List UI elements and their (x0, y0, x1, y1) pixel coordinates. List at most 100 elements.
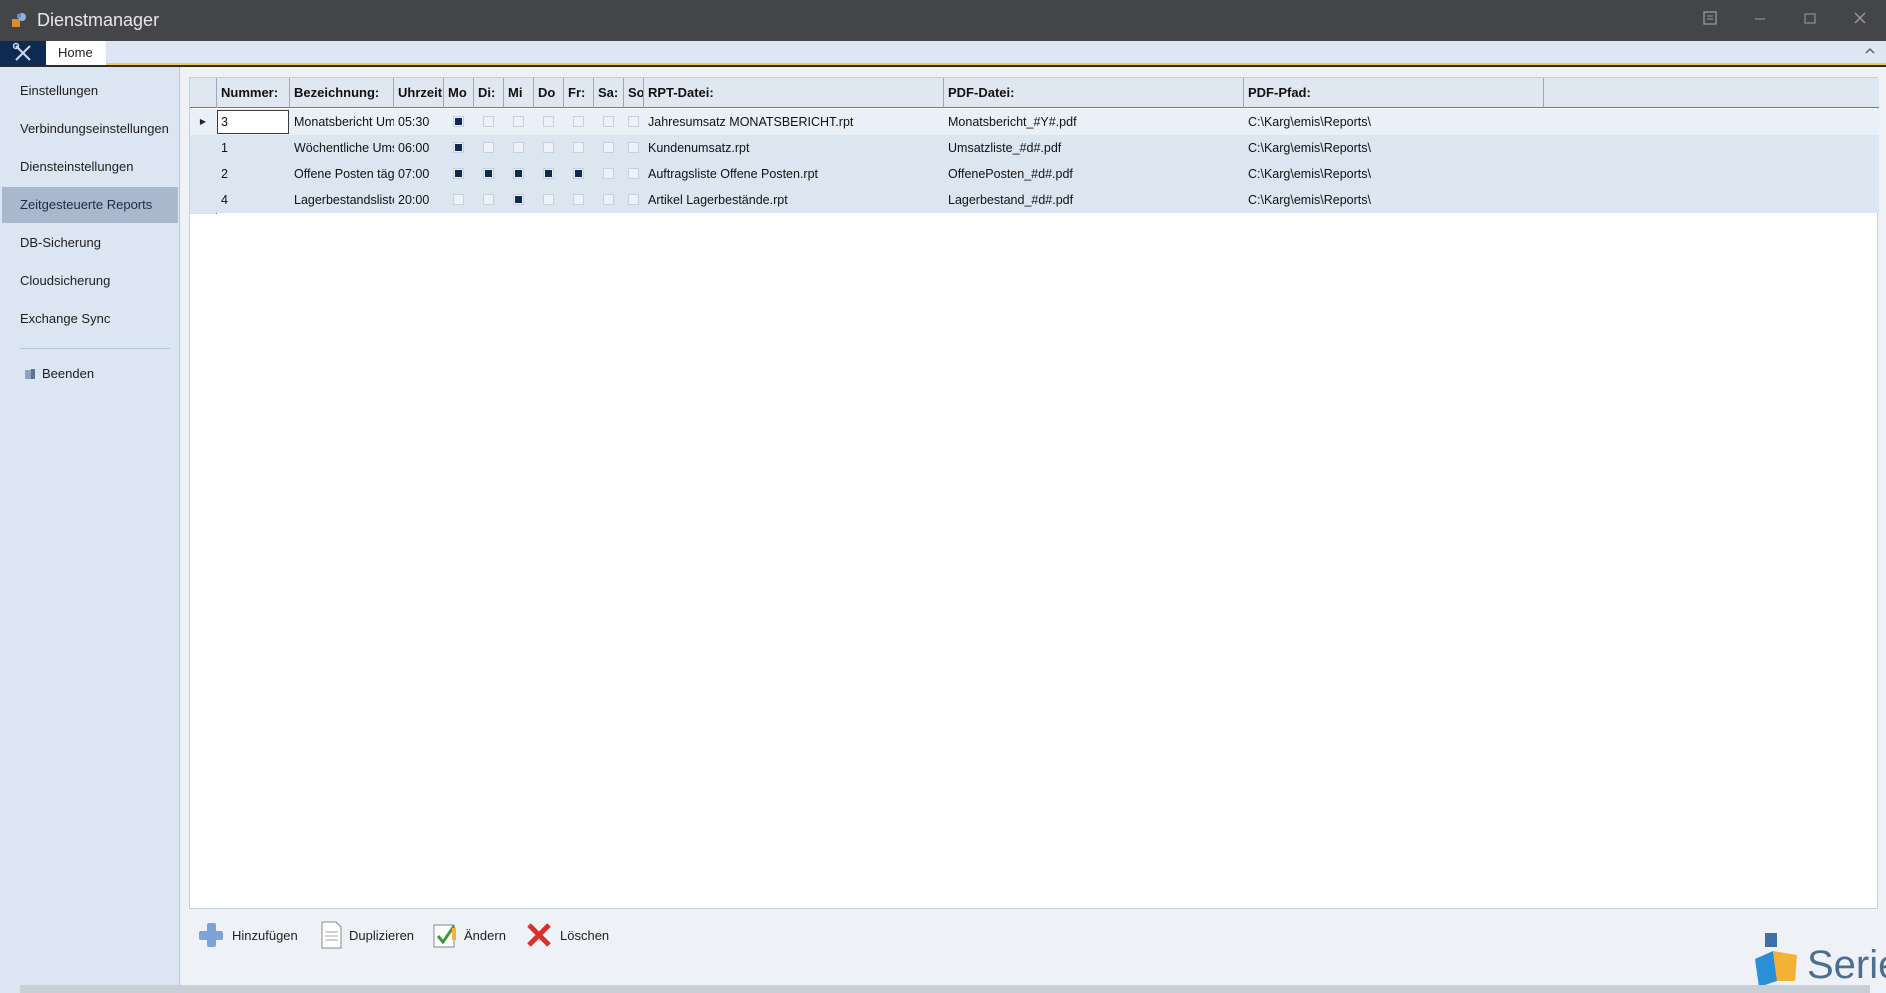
sidebar-item-beenden[interactable]: Beenden (2, 356, 178, 392)
weekday-checkbox-do[interactable] (543, 168, 554, 179)
table-row[interactable]: 2Offene Posten täglich07:00 Auftragsliste… (190, 161, 1879, 187)
weekday-checkbox-fr[interactable] (573, 116, 584, 127)
cell-uhrzeit[interactable]: 07:00 (394, 161, 444, 187)
sidebar-item-exchange-sync[interactable]: Exchange Sync (2, 301, 178, 337)
column-header-fr[interactable]: Fr: (564, 78, 594, 108)
cell-pdf-datei[interactable]: OffenePosten_#d#.pdf (944, 161, 1244, 187)
duplicate-button[interactable]: Duplizieren (308, 912, 418, 956)
sidebar-divider (20, 348, 170, 349)
main-content: Nummer: Bezeichnung: Uhrzeit: Mo Di: Mi … (180, 67, 1886, 993)
column-header-rpt-datei[interactable]: RPT-Datei: (644, 78, 944, 108)
cell-bezeichnung[interactable]: Lagerbestandsliste (290, 187, 394, 213)
weekday-checkbox-mi[interactable] (513, 116, 524, 127)
column-header-do[interactable]: Do (534, 78, 564, 108)
table-row[interactable]: ▶ 3Monatsbericht Umsatz05:30 Jahresumsatz … (190, 109, 1879, 135)
cell-uhrzeit[interactable]: 06:00 (394, 135, 444, 161)
cell-pdf-pfad[interactable]: C:\Karg\emis\Reports\ (1244, 161, 1544, 187)
weekday-checkbox-mo[interactable] (453, 116, 464, 127)
sidebar-item-einstellungen[interactable]: Einstellungen (2, 73, 178, 109)
cell-pdf-datei[interactable]: Lagerbestand_#d#.pdf (944, 187, 1244, 213)
document-icon (321, 921, 342, 949)
column-header-nummer[interactable]: Nummer: (217, 78, 290, 108)
cell-uhrzeit[interactable]: 20:00 (394, 187, 444, 213)
cell-pdf-datei[interactable]: Umsatzliste_#d#.pdf (944, 135, 1244, 161)
weekday-checkbox-do[interactable] (543, 142, 554, 153)
tools-icon[interactable] (0, 41, 46, 65)
column-header-sa[interactable]: Sa: (594, 78, 624, 108)
maximize-icon[interactable] (1799, 10, 1821, 30)
grid-header: Nummer: Bezeichnung: Uhrzeit: Mo Di: Mi … (190, 78, 1879, 108)
reports-grid: Nummer: Bezeichnung: Uhrzeit: Mo Di: Mi … (189, 77, 1886, 987)
weekday-checkbox-so[interactable] (628, 194, 639, 205)
weekday-checkbox-mi[interactable] (513, 194, 524, 205)
weekday-checkbox-di[interactable] (483, 142, 494, 153)
weekday-checkbox-mo[interactable] (453, 168, 464, 179)
cell-nummer[interactable]: 1 (217, 135, 290, 161)
cell-bezeichnung[interactable]: Monatsbericht Umsatz (290, 109, 394, 135)
sidebar-item-db-sicherung[interactable]: DB-Sicherung (2, 225, 178, 261)
column-header-mo[interactable]: Mo (444, 78, 474, 108)
column-header-pdf-datei[interactable]: PDF-Datei: (944, 78, 1244, 108)
cell-rpt-datei[interactable]: Jahresumsatz MONATSBERICHT.rpt (644, 109, 944, 135)
weekday-checkbox-mi[interactable] (513, 142, 524, 153)
weekday-checkbox-fr[interactable] (573, 142, 584, 153)
cell-pdf-pfad[interactable]: C:\Karg\emis\Reports\ (1244, 109, 1544, 135)
weekday-checkbox-sa[interactable] (603, 194, 614, 205)
logo-mark-icon (1755, 933, 1797, 987)
weekday-checkbox-di[interactable] (483, 116, 494, 127)
add-button[interactable]: Hinzufügen (188, 912, 298, 956)
cell-uhrzeit[interactable]: 05:30 (394, 109, 444, 135)
column-header-di[interactable]: Di: (474, 78, 504, 108)
column-header-uhrzeit[interactable]: Uhrzeit: (394, 78, 444, 108)
column-header-so[interactable]: So: (624, 78, 644, 108)
notes-icon[interactable] (1699, 10, 1721, 30)
cell-pdf-pfad[interactable]: C:\Karg\emis\Reports\ (1244, 187, 1544, 213)
cell-nummer[interactable]: 4 (217, 187, 290, 213)
cell-nummer[interactable]: 3 (217, 109, 290, 135)
weekday-checkbox-di[interactable] (483, 168, 494, 179)
horizontal-scrollbar[interactable] (20, 985, 1870, 993)
sidebar-item-diensteinstellungen[interactable]: Diensteinstellungen (2, 149, 178, 185)
cell-rpt-datei[interactable]: Artikel Lagerbestände.rpt (644, 187, 944, 213)
cell-nummer[interactable]: 2 (217, 161, 290, 187)
sidebar-item-verbindungseinstellungen[interactable]: Verbindungseinstellungen (2, 111, 178, 147)
weekday-checkbox-mo[interactable] (453, 194, 464, 205)
cell-pdf-pfad[interactable]: C:\Karg\emis\Reports\ (1244, 135, 1544, 161)
weekday-checkbox-fr[interactable] (573, 168, 584, 179)
table-row[interactable]: 4 Lagerbestandsliste 20:00 Artikel Lagerbes… (190, 187, 1879, 213)
weekday-checkbox-mi[interactable] (513, 168, 524, 179)
column-header-bezeichnung[interactable]: Bezeichnung: (290, 78, 394, 108)
cell-rpt-datei[interactable]: Auftragsliste Offene Posten.rpt (644, 161, 944, 187)
weekday-checkbox-so[interactable] (628, 142, 639, 153)
add-icon (199, 923, 223, 947)
tab-home[interactable]: Home (46, 41, 106, 65)
close-icon[interactable] (1849, 10, 1871, 30)
weekday-checkbox-sa[interactable] (603, 168, 614, 179)
column-header-mi[interactable]: Mi (504, 78, 534, 108)
table-row[interactable]: 1Wöchentliche Umsatzliste06:00 Kundenumsa… (190, 135, 1879, 161)
weekday-checkbox-sa[interactable] (603, 116, 614, 127)
delete-button[interactable]: Löschen (516, 912, 609, 956)
cell-bezeichnung[interactable]: Wöchentliche Umsatzliste (290, 135, 394, 161)
weekday-checkbox-di[interactable] (483, 194, 494, 205)
minimize-icon[interactable] (1749, 10, 1771, 30)
chevron-up-icon[interactable] (1864, 45, 1876, 60)
weekday-checkbox-so[interactable] (628, 168, 639, 179)
ribbon-bar: Home (0, 41, 1886, 65)
cell-bezeichnung[interactable]: Offene Posten täglich (290, 161, 394, 187)
weekday-checkbox-mo[interactable] (453, 142, 464, 153)
weekday-checkbox-do[interactable] (543, 116, 554, 127)
cell-pdf-datei[interactable]: Monatsbericht_#Y#.pdf (944, 109, 1244, 135)
column-header-pdf-pfad[interactable]: PDF-Pfad: (1244, 78, 1544, 108)
weekday-checkbox-do[interactable] (543, 194, 554, 205)
sidebar: Einstellungen Verbindungseinstellungen D… (0, 67, 180, 993)
cell-rpt-datei[interactable]: Kundenumsatz.rpt (644, 135, 944, 161)
edit-button[interactable]: Ändern (422, 912, 506, 956)
weekday-checkbox-sa[interactable] (603, 142, 614, 153)
weekday-checkbox-so[interactable] (628, 116, 639, 127)
sidebar-item-zeitgesteuerte-reports[interactable]: Zeitgesteuerte Reports (2, 187, 178, 223)
sidebar-item-cloudsicherung[interactable]: Cloudsicherung (2, 263, 178, 299)
weekday-checkbox-fr[interactable] (573, 194, 584, 205)
title-bar: Dienstmanager (0, 0, 1886, 41)
edit-button-label: Ändern (464, 928, 506, 943)
